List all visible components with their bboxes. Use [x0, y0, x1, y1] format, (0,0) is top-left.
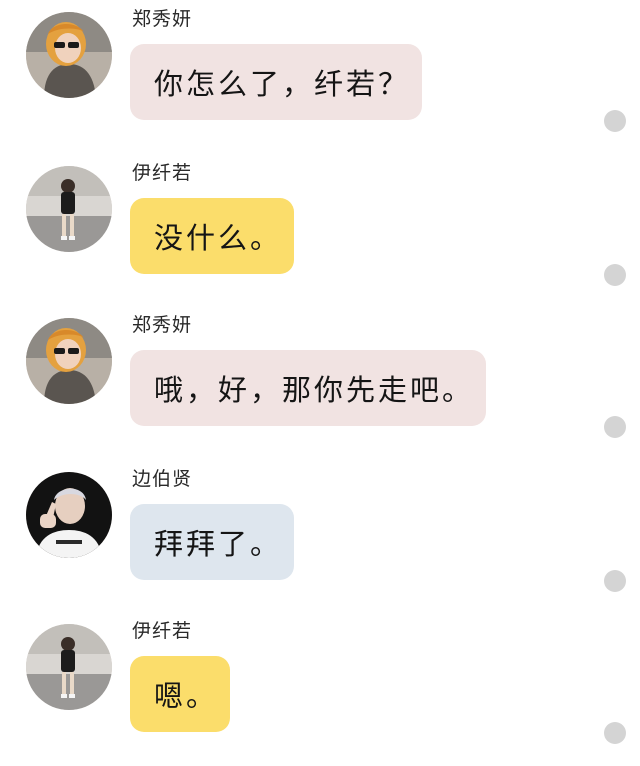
chat-message: 边伯贤 拜拜了。	[0, 464, 640, 614]
message-text: 哦，好，那你先走吧。	[154, 373, 475, 407]
chat-list: 郑秀妍 你怎么了，纤若？ 伊纤若 没什么。 郑秀妍 哦，好，那你先走吧。 边伯贤…	[0, 0, 640, 744]
woman-standing-avatar-icon[interactable]	[26, 624, 112, 710]
message-text: 没什么。	[154, 221, 283, 255]
woman-sunglasses-avatar-icon[interactable]	[26, 318, 112, 404]
status-dot	[604, 110, 626, 132]
chat-message: 伊纤若 嗯。	[0, 616, 640, 766]
woman-sunglasses-avatar-icon[interactable]	[26, 12, 112, 98]
status-dot	[604, 570, 626, 592]
sender-name: 边伯贤	[132, 468, 193, 490]
sender-name: 伊纤若	[132, 620, 193, 642]
message-bubble[interactable]: 你怎么了，纤若？	[130, 44, 422, 120]
sender-name: 伊纤若	[132, 162, 193, 184]
status-dot	[604, 264, 626, 286]
message-bubble[interactable]: 没什么。	[130, 198, 294, 274]
message-bubble[interactable]: 嗯。	[130, 656, 230, 732]
chat-message: 伊纤若 没什么。	[0, 158, 640, 308]
status-dot	[604, 416, 626, 438]
message-text: 拜拜了。	[154, 527, 283, 561]
status-dot	[604, 722, 626, 744]
message-bubble[interactable]: 哦，好，那你先走吧。	[130, 350, 486, 426]
sender-name: 郑秀妍	[132, 8, 193, 30]
message-text: 你怎么了，纤若？	[154, 67, 411, 101]
woman-standing-avatar-icon[interactable]	[26, 166, 112, 252]
message-text: 嗯。	[154, 679, 219, 713]
chat-message: 郑秀妍 你怎么了，纤若？	[0, 4, 640, 154]
chat-message: 郑秀妍 哦，好，那你先走吧。	[0, 310, 640, 460]
sender-name: 郑秀妍	[132, 314, 193, 336]
man-waving-avatar-icon[interactable]	[26, 472, 112, 558]
message-bubble[interactable]: 拜拜了。	[130, 504, 294, 580]
